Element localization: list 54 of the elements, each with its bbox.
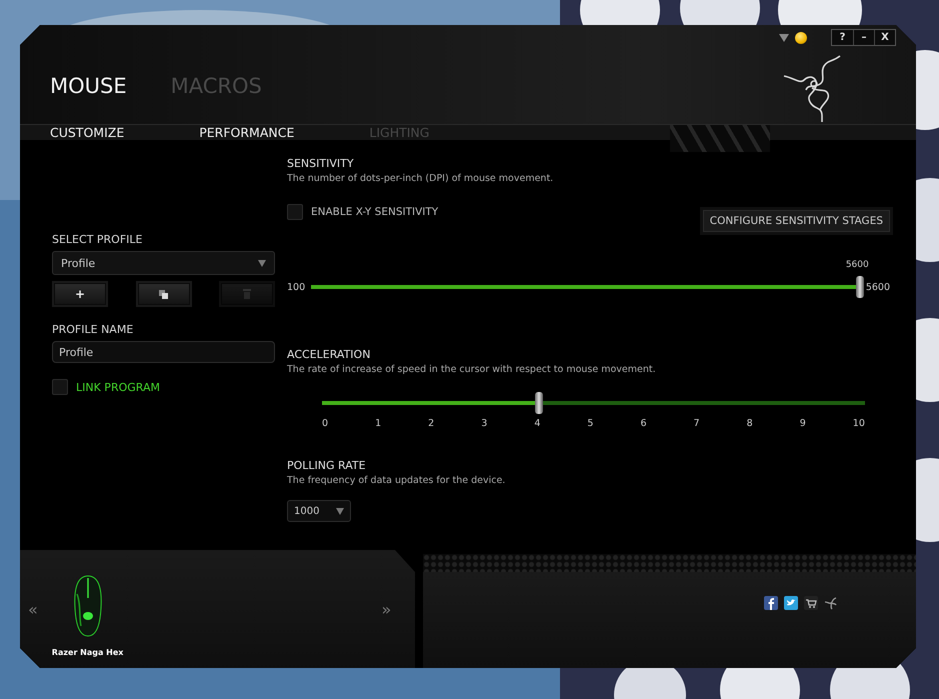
copy-icon (159, 290, 168, 298)
main-tab[interactable]: MOUSE (50, 74, 127, 98)
tick-label: 2 (428, 418, 434, 429)
checkbox-label: LINK PROGRAM (76, 380, 160, 394)
section-description: The frequency of data updates for the device. (287, 475, 506, 486)
tick-label: 10 (852, 418, 865, 429)
slider-thumb[interactable] (856, 276, 864, 298)
section-title: POLLING RATE (287, 459, 366, 472)
acceleration-slider[interactable] (322, 392, 865, 414)
section-description: The number of dots-per-inch (DPI) of mouse movement. (287, 173, 554, 184)
section-title: ACCELERATION (287, 348, 370, 361)
slider-min-label: 100 (287, 282, 306, 292)
tick-label: 8 (746, 418, 753, 429)
thumb-value: 5600 (846, 260, 869, 270)
slider-thumb[interactable] (535, 392, 544, 414)
facebook-icon[interactable] (764, 596, 778, 610)
tick-label: 1 (375, 418, 382, 429)
close-button[interactable]: X (874, 30, 895, 45)
snake-logo-icon (782, 54, 842, 124)
section-description: The rate of increase of speed in the cursor with respect to mouse movement. (287, 364, 656, 375)
bird-icon[interactable] (784, 596, 798, 610)
caret-icon (258, 260, 266, 266)
trash-icon (243, 289, 251, 299)
polling-rate-dropdown[interactable]: 1000 (287, 500, 351, 522)
previous-button[interactable]: « (28, 600, 38, 618)
tick-label: 0 (322, 418, 328, 429)
checkbox-label: ENABLE X-Y SENSITIVITY (311, 206, 440, 218)
copy-button[interactable] (138, 283, 190, 305)
snake-logo-icon[interactable] (824, 596, 838, 610)
next-button[interactable]: » (381, 600, 392, 618)
tick-label: 3 (481, 418, 488, 429)
section-label: PROFILE NAME (52, 323, 134, 336)
tick-label: 7 (694, 418, 700, 429)
device-name: Razer Naga Hex (52, 648, 124, 656)
checkbox[interactable] (287, 204, 303, 220)
tick-label: 4 (534, 418, 540, 429)
minimize-button[interactable]: – (853, 30, 874, 45)
cart-icon[interactable] (804, 596, 818, 610)
sub-tab[interactable]: CUSTOMIZE (50, 125, 124, 140)
sub-tab[interactable]: PERFORMANCE (199, 125, 294, 140)
tick-label: 5 (587, 418, 594, 429)
caret-icon (336, 508, 344, 514)
checkbox[interactable] (52, 379, 68, 395)
profile-dropdown[interactable]: Profile (52, 251, 275, 275)
tick-label: 9 (800, 418, 806, 429)
section-label: SELECT PROFILE (52, 233, 144, 246)
add-button[interactable]: + (54, 283, 106, 305)
section-title: SENSITIVITY (287, 157, 354, 170)
profile-name-field[interactable]: Profile (52, 341, 275, 363)
help-button[interactable]: ? (832, 30, 853, 45)
slider-reading: 5600 (866, 282, 890, 292)
tick-label: 6 (640, 418, 647, 429)
status-light-icon[interactable] (795, 32, 807, 44)
configure-button[interactable]: CONFIGURE SENSITIVITY STAGES (702, 210, 890, 232)
